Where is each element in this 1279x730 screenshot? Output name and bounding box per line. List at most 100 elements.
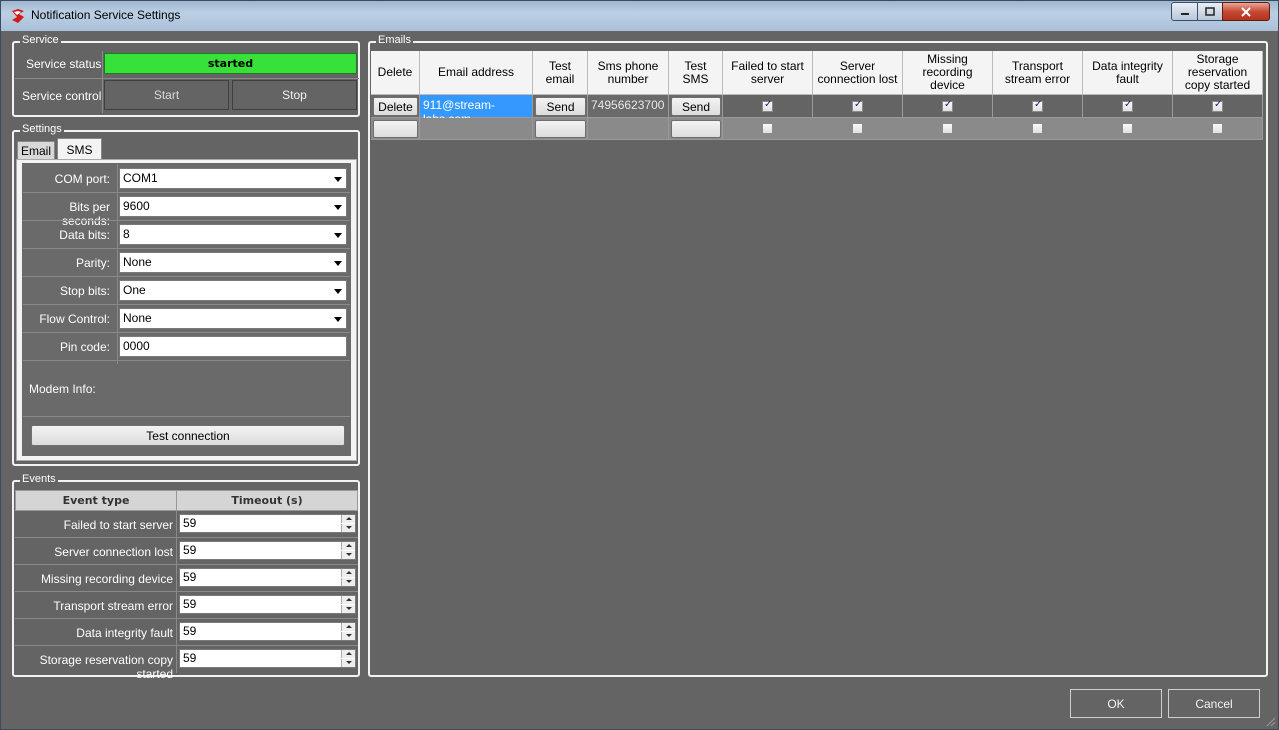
checkbox-connection-lost[interactable] (852, 99, 863, 112)
timeout-stepper[interactable]: 59 (179, 568, 356, 587)
col-header-sms-phone[interactable]: Sms phone number (588, 51, 669, 95)
checkbox-connection-lost[interactable] (852, 123, 863, 134)
timeout-value: 59 (183, 543, 197, 557)
cancel-button[interactable]: Cancel (1168, 689, 1260, 718)
arrow-up-icon[interactable] (341, 569, 355, 577)
title-bar[interactable]: Notification Service Settings (1, 1, 1278, 31)
stop-service-button[interactable]: Stop (232, 80, 357, 110)
pin-code-label: Pin code: (59, 340, 110, 354)
col-header-email[interactable]: Email address (420, 51, 533, 95)
sms-phone-cell[interactable] (588, 118, 669, 140)
timeout-header[interactable]: Timeout (s) (176, 490, 358, 511)
maximize-icon (1205, 7, 1215, 16)
test-email-send-button[interactable]: Send (535, 97, 586, 116)
row-sep (15, 618, 358, 619)
arrow-up-icon[interactable] (341, 650, 355, 658)
arrow-down-icon[interactable] (341, 578, 355, 586)
flow-control-select[interactable]: None (119, 308, 347, 329)
event-type-label: Data integrity fault (76, 626, 173, 640)
stop-bits-select[interactable]: One (119, 280, 347, 301)
close-button[interactable] (1222, 2, 1270, 21)
checkbox-missing-device[interactable] (942, 99, 953, 112)
pin-code-input[interactable]: 0000 (119, 336, 347, 357)
tab-sms[interactable]: SMS (57, 138, 102, 160)
minimize-button[interactable] (1171, 2, 1198, 21)
chevron-down-icon (334, 233, 342, 238)
event-type-label: Failed to start server (63, 518, 173, 532)
col-header-integrity-fault[interactable]: Data integrity fault (1083, 51, 1173, 95)
test-connection-button[interactable]: Test connection (31, 425, 345, 446)
arrow-up-icon[interactable] (341, 623, 355, 631)
arrow-up-icon[interactable] (341, 542, 355, 550)
checkbox-storage-copy[interactable] (1212, 99, 1223, 112)
timeout-stepper[interactable]: 59 (179, 649, 356, 668)
test-sms-send-button[interactable] (671, 120, 721, 138)
arrow-down-icon[interactable] (341, 632, 355, 640)
checkbox-integrity-fault[interactable] (1122, 99, 1133, 112)
checkbox-failed-start[interactable] (762, 99, 773, 112)
start-service-button[interactable]: Start (104, 80, 229, 110)
timeout-stepper[interactable]: 59 (179, 541, 356, 560)
col-header-connection-lost[interactable]: Server connection lost (813, 51, 903, 95)
chevron-down-icon (334, 289, 342, 294)
row-sep (23, 248, 350, 249)
delete-row-button[interactable] (373, 120, 418, 138)
ok-button[interactable]: OK (1070, 689, 1162, 718)
row-sep (15, 591, 358, 592)
minimize-icon (1180, 12, 1189, 15)
arrow-down-icon[interactable] (341, 659, 355, 667)
timeout-value: 59 (183, 597, 197, 611)
parity-select[interactable]: None (119, 252, 347, 273)
checkbox-storage-copy[interactable] (1212, 123, 1223, 134)
checkbox-transport-error[interactable] (1032, 123, 1043, 134)
service-control-label: Service control (22, 89, 102, 103)
parity-label: Parity: (75, 256, 110, 270)
test-sms-send-button[interactable]: Send (671, 97, 721, 116)
flow-control-label: Flow Control: (39, 312, 110, 326)
event-type-label: Storage reservation copy started (39, 653, 173, 681)
col-header-missing-device[interactable]: Missing recording device (903, 51, 993, 95)
col-header-test-sms[interactable]: Test SMS (669, 51, 723, 95)
col-header-test-email[interactable]: Test email (533, 51, 588, 95)
checkbox-transport-error[interactable] (1032, 99, 1043, 112)
app-logo-icon (12, 9, 24, 23)
resize-grip-icon[interactable] (1264, 715, 1276, 727)
pin-code-value: 0000 (123, 339, 150, 353)
delete-row-button[interactable]: Delete (373, 97, 418, 116)
com-port-label: COM port: (54, 172, 110, 186)
bits-per-second-select[interactable]: 9600 (119, 196, 347, 217)
arrow-down-icon[interactable] (341, 551, 355, 559)
arrow-down-icon[interactable] (341, 524, 355, 532)
arrow-down-icon[interactable] (341, 605, 355, 613)
timeout-stepper[interactable]: 59 (179, 622, 356, 641)
col-header-storage-copy[interactable]: Storage reservation copy started (1173, 51, 1263, 95)
col-header-transport-error[interactable]: Transport stream error (993, 51, 1083, 95)
timeout-stepper[interactable]: 59 (179, 514, 356, 533)
close-icon (1241, 6, 1251, 17)
chevron-down-icon (334, 261, 342, 266)
service-divider-h (15, 78, 359, 79)
table-cell (723, 118, 1263, 140)
settings-divider-v (117, 164, 118, 364)
com-port-select[interactable]: COM1 (119, 168, 347, 189)
col-header-delete[interactable]: Delete (371, 51, 420, 95)
timeout-value: 59 (183, 651, 197, 665)
email-address-cell[interactable] (420, 118, 533, 140)
email-address-cell[interactable]: 911@stream-labs.com (420, 95, 533, 126)
timeout-stepper[interactable]: 59 (179, 595, 356, 614)
arrow-up-icon[interactable] (341, 596, 355, 604)
timeout-value: 59 (183, 624, 197, 638)
test-email-send-button[interactable] (535, 120, 586, 138)
maximize-button[interactable] (1197, 2, 1223, 21)
arrow-up-icon[interactable] (341, 515, 355, 523)
events-group-title: Events (20, 473, 58, 485)
data-bits-select[interactable]: 8 (119, 224, 347, 245)
checkbox-missing-device[interactable] (942, 123, 953, 134)
tab-email[interactable]: Email (17, 141, 55, 160)
checkbox-failed-start[interactable] (762, 123, 773, 134)
col-header-failed-start[interactable]: Failed to start server (723, 51, 813, 95)
row-sep (15, 564, 358, 565)
event-type-header[interactable]: Event type (15, 490, 177, 511)
sms-phone-cell[interactable]: 74956623700 (588, 95, 669, 118)
checkbox-integrity-fault[interactable] (1122, 123, 1133, 134)
